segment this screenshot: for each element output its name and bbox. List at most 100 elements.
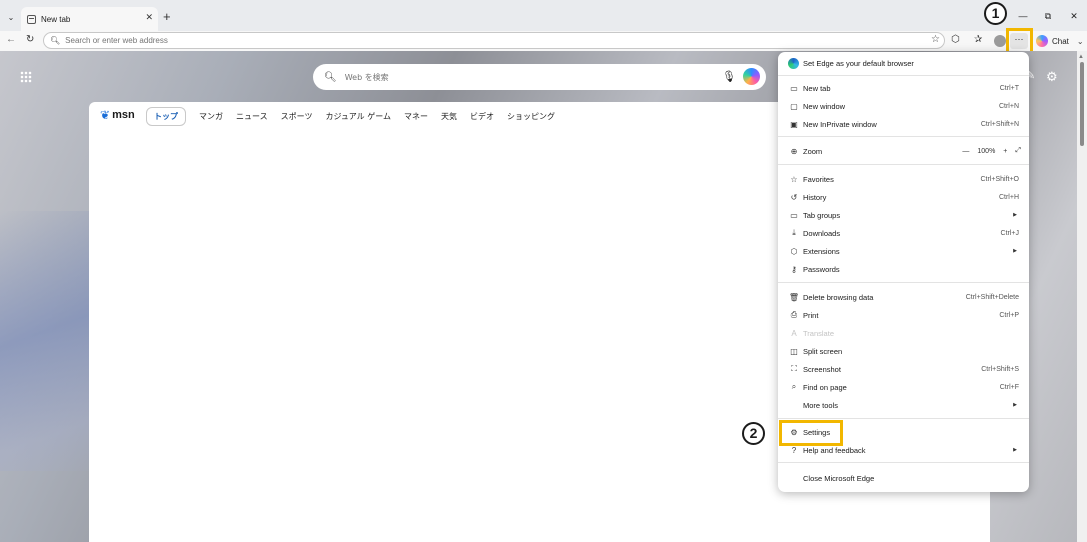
- menu-divider: [778, 164, 1029, 165]
- feed-nav-item-top[interactable]: トップ: [146, 107, 186, 126]
- menu-item-history[interactable]: ↺ History Ctrl+H: [778, 188, 1029, 206]
- menu-label: Passwords: [803, 264, 840, 274]
- refresh-icon[interactable]: ↻: [26, 34, 34, 45]
- menu-label: Split screen: [803, 346, 843, 356]
- menu-item-set-default[interactable]: Set Edge as your default browser: [778, 54, 1029, 72]
- tab-list-chevron-icon[interactable]: ⌄: [3, 9, 19, 25]
- feed-nav-item-manga[interactable]: マンガ: [199, 111, 223, 122]
- menu-label: Delete browsing data: [803, 292, 874, 302]
- menu-shortcut: Ctrl+Shift+O: [980, 175, 1019, 183]
- menu-item-print[interactable]: ⎙ Print Ctrl+P: [778, 306, 1029, 324]
- menu-label: Help and feedback: [803, 445, 866, 455]
- zoom-icon: ⊕: [790, 146, 798, 156]
- feed-nav: トップ マンガ ニュース スポーツ カジュアル ゲーム マネー 天気 ビデオ シ…: [146, 107, 568, 126]
- print-icon: ⎙: [790, 310, 798, 319]
- gear-icon[interactable]: ⚙: [1046, 69, 1058, 85]
- menu-item-extensions[interactable]: ⬡ Extensions ▶: [778, 242, 1029, 260]
- scroll-up-icon[interactable]: ▲: [1078, 54, 1084, 60]
- chat-label: Chat: [1052, 36, 1069, 46]
- feed-nav-item-casual-games[interactable]: カジュアル ゲーム: [325, 111, 391, 122]
- highlight-settings: [779, 420, 843, 446]
- menu-shortcut: Ctrl+N: [998, 102, 1019, 110]
- chevron-down-icon[interactable]: ⌄: [1077, 37, 1084, 46]
- msn-logo[interactable]: ❦ msn: [100, 108, 135, 122]
- fullscreen-icon[interactable]: ⤢: [1015, 147, 1021, 155]
- search-icon: 🔍︎: [50, 36, 61, 45]
- menu-item-downloads[interactable]: ⤓ Downloads Ctrl+J: [778, 224, 1029, 242]
- menu-item-translate: A Translate: [778, 324, 1029, 342]
- extension-icon[interactable]: ⬡: [951, 34, 960, 45]
- history-icon: ↺: [790, 192, 798, 202]
- menu-shortcut: Ctrl+T: [999, 84, 1019, 92]
- key-icon: ⚷: [791, 264, 797, 274]
- chat-button[interactable]: Chat ⌄: [1036, 35, 1084, 47]
- split-screen-icon: ◫: [790, 346, 798, 356]
- minimize-icon[interactable]: —: [1016, 11, 1030, 21]
- back-arrow-icon[interactable]: ←: [6, 34, 16, 45]
- address-input[interactable]: [65, 36, 916, 45]
- step-marker-2: 2: [742, 422, 765, 445]
- feed-nav-item-money[interactable]: マネー: [404, 111, 428, 122]
- copilot-icon[interactable]: [743, 68, 760, 85]
- tab-strip: ⌄ New tab ✕ + — ⧉ ✕: [0, 0, 1087, 31]
- menu-divider: [778, 462, 1029, 463]
- menu-item-new-window[interactable]: ▢ New window Ctrl+N: [778, 97, 1029, 115]
- window-close-icon[interactable]: ✕: [1067, 11, 1081, 22]
- menu-item-favorites[interactable]: ☆ Favorites Ctrl+Shift+O: [778, 170, 1029, 188]
- menu-item-find-on-page[interactable]: ⌕ Find on page Ctrl+F: [778, 378, 1029, 396]
- menu-shortcut: Ctrl+F: [999, 383, 1019, 391]
- tab-new-tab[interactable]: New tab ✕: [21, 7, 158, 31]
- menu-label: Zoom: [803, 146, 823, 156]
- feed-nav-item-video[interactable]: ビデオ: [470, 111, 494, 122]
- new-tab-button[interactable]: +: [163, 10, 171, 23]
- screenshot-icon: ⛶: [791, 364, 797, 373]
- menu-label: Extensions: [803, 246, 840, 256]
- feed-nav-item-shopping[interactable]: ショッピング: [507, 111, 555, 122]
- page-search-box[interactable]: 🔍︎ 🎙︎: [313, 64, 766, 90]
- mic-icon[interactable]: 🎙︎: [722, 70, 736, 83]
- menu-shortcut: Ctrl+Shift+S: [981, 365, 1019, 373]
- menu-label: New InPrivate window: [803, 119, 877, 129]
- favorites-icon: ☆: [790, 174, 798, 184]
- menu-label: Find on page: [803, 382, 847, 392]
- find-icon: ⌕: [791, 382, 797, 391]
- feed-nav-item-news[interactable]: ニュース: [236, 111, 268, 122]
- tab-groups-icon: ▭: [790, 210, 798, 220]
- feed-nav-item-weather[interactable]: 天気: [441, 111, 457, 122]
- zoom-out-button[interactable]: —: [962, 148, 969, 155]
- restore-icon[interactable]: ⧉: [1041, 11, 1055, 22]
- address-bar[interactable]: 🔍︎ ☆: [43, 32, 945, 49]
- scrollbar-thumb[interactable]: [1080, 62, 1084, 146]
- menu-item-new-tab[interactable]: ▭ New tab Ctrl+T: [778, 79, 1029, 97]
- menu-item-split-screen[interactable]: ◫ Split screen: [778, 342, 1029, 360]
- favorites-icon[interactable]: ✰: [974, 34, 982, 45]
- menu-item-delete-browsing-data[interactable]: 🗑︎ Delete browsing data Ctrl+Shift+Delet…: [778, 288, 1029, 306]
- profile-icon[interactable]: [994, 35, 1006, 47]
- star-icon[interactable]: ☆: [931, 34, 940, 45]
- extension-icon: ⬡: [790, 246, 798, 256]
- menu-item-close-edge[interactable]: Close Microsoft Edge: [778, 469, 1029, 487]
- menu-item-passwords[interactable]: ⚷ Passwords: [778, 260, 1029, 278]
- menu-shortcut: Ctrl+J: [1000, 229, 1019, 237]
- menu-shortcut: Ctrl+Shift+Delete: [965, 293, 1019, 301]
- menu-item-more-tools[interactable]: More tools ▶: [778, 396, 1029, 414]
- page-search-input[interactable]: [344, 72, 705, 82]
- menu-divider: [778, 136, 1029, 137]
- menu-shortcut: Ctrl+H: [998, 193, 1019, 201]
- feed-nav-item-sports[interactable]: スポーツ: [281, 111, 313, 122]
- menu-shortcut: Ctrl+Shift+N: [980, 120, 1019, 128]
- msn-logo-text: msn: [112, 109, 135, 121]
- apps-grid-icon[interactable]: [20, 71, 32, 83]
- menu-label: Favorites: [803, 174, 834, 184]
- copilot-icon: [1036, 35, 1048, 47]
- menu-item-tab-groups[interactable]: ▭ Tab groups ▶: [778, 206, 1029, 224]
- menu-label: Tab groups: [803, 210, 841, 220]
- close-icon[interactable]: ✕: [145, 12, 153, 23]
- zoom-in-button[interactable]: +: [1003, 148, 1007, 155]
- menu-shortcut: Ctrl+P: [999, 311, 1019, 319]
- submenu-arrow-icon: ▶: [1013, 447, 1017, 453]
- menu-divider: [778, 282, 1029, 283]
- menu-item-new-inprivate[interactable]: ▣ New InPrivate window Ctrl+Shift+N: [778, 115, 1029, 133]
- menu-label: More tools: [803, 400, 839, 410]
- menu-item-screenshot[interactable]: ⛶ Screenshot Ctrl+Shift+S: [778, 360, 1029, 378]
